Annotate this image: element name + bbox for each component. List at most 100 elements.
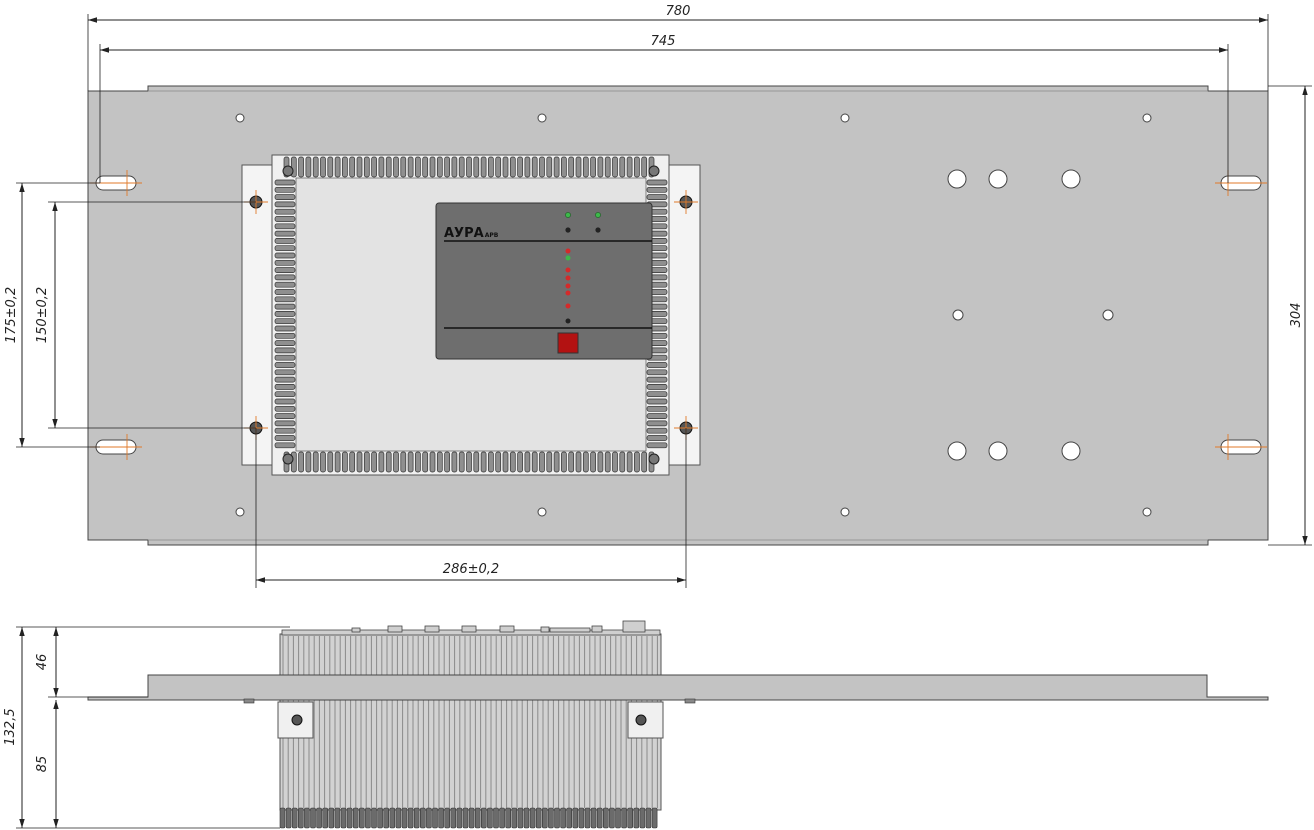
base-ridge [651,807,658,829]
base-ridge [346,807,353,829]
base-ridge [602,807,609,829]
large-hole [947,441,967,461]
small-hole [537,507,547,517]
fin [575,451,582,473]
fin [561,156,567,178]
fin [312,156,319,178]
fin [590,451,596,473]
base-ridge [505,807,512,829]
fin [305,156,312,178]
fin [444,156,450,178]
fin [274,296,296,303]
dimension-780: 780 [87,4,1269,91]
base-ridge [535,807,542,829]
fin [436,156,443,178]
base-ridge [383,807,390,829]
svg-text:175±0,2: 175±0,2 [4,287,19,343]
fin [327,156,334,178]
base-ridge [291,807,298,829]
fin [646,420,668,427]
fin [646,369,668,376]
fin [312,451,319,473]
fin [568,156,575,178]
base-ridge [395,807,402,829]
fin [646,427,668,434]
base-ridge [560,807,566,829]
fin [597,451,604,473]
control-panel: АУРААРВ [435,202,653,360]
fin [488,451,494,473]
base-ridge [554,807,560,829]
fin [415,156,421,178]
base-ridge [572,807,579,829]
fin [320,451,326,473]
fin [646,179,668,186]
led-red [565,267,571,273]
large-hole [988,169,1008,189]
fin [274,354,296,361]
base-ridge [456,807,463,829]
fin [524,156,531,178]
fin [546,156,553,178]
base-ridge [499,807,505,829]
fin [305,451,312,473]
fin [274,274,296,281]
led-off [565,227,571,233]
fin [646,442,668,449]
small-hole [1142,507,1152,517]
small-hole [840,507,850,517]
fin [539,451,545,473]
fin [363,156,370,178]
fin [274,245,296,252]
fin [274,267,296,273]
led-green [565,212,571,218]
fin [646,376,668,383]
base-ridge [645,807,652,829]
fin [400,156,407,178]
fin [502,156,509,178]
small-hole [537,113,547,123]
base-ridge [377,807,383,829]
svg-text:46: 46 [35,654,50,671]
fin [553,156,560,178]
base-ridge [480,807,487,829]
fin [619,156,626,178]
fin [458,451,465,473]
fin [378,156,385,178]
dimension-85: 85 [35,700,280,829]
fin [407,451,414,473]
base-ridge [523,807,530,829]
base-ridge [310,807,316,829]
fin [612,451,618,473]
base-ridge [419,807,426,829]
top-connectors [281,620,661,636]
fin [274,223,296,230]
base-ridge [639,807,646,829]
fin [634,451,640,473]
base-ridge [511,807,518,829]
large-hole [1061,441,1081,461]
fin [393,156,399,178]
fin [393,451,399,473]
base-ridge [615,807,621,829]
fin [320,156,326,178]
fin [407,156,414,178]
fin [274,186,296,193]
base-ridge [584,807,591,829]
fin [371,156,377,178]
top-view: АУРААРВ 780 745 304 175±0,2 150±0,2 286±… [4,4,1312,588]
fin [531,156,538,178]
led-green [565,255,571,261]
base-ridge [322,807,329,829]
fin [604,156,611,178]
fin [385,156,392,178]
fin [646,435,668,441]
base-ridge [450,807,457,829]
fin [619,451,626,473]
fin [274,398,296,405]
fin [356,451,363,473]
led-red [565,275,571,281]
led-off [595,227,601,233]
base-ridge [493,807,499,829]
fin [342,451,348,473]
